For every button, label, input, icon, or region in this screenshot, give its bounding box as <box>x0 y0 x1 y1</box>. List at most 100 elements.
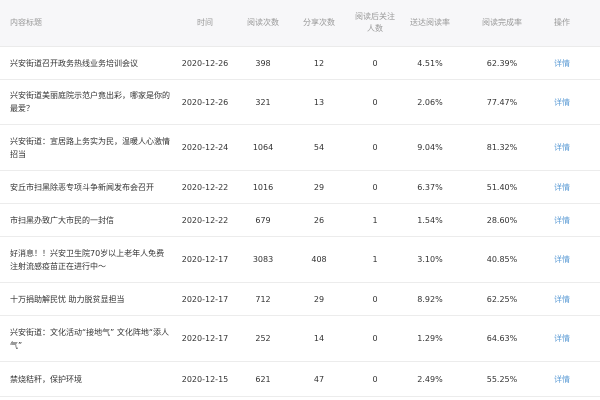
header-action: 操作 <box>554 18 570 27</box>
header-shares: 分享次数 <box>303 18 335 27</box>
row-title: 兴安街道：文化活动“接地气” 文化阵地“添人气” <box>10 327 169 350</box>
header-completion-rate: 阅读完成率 <box>482 18 522 27</box>
detail-link[interactable]: 详情 <box>554 57 570 70</box>
header-follows: 阅读后关注人数 <box>355 12 395 33</box>
row-shares: 29 <box>313 182 325 192</box>
header-reads: 阅读次数 <box>247 18 279 27</box>
row-shares: 29 <box>313 294 325 304</box>
row-title: 兴安街道美丽庭院示范户竟出彩，哪家是你的最爱？ <box>10 91 170 113</box>
row-follows: 0 <box>372 97 378 107</box>
row-reads: 252 <box>255 334 271 343</box>
row-time: 2020-12-22 <box>181 182 229 192</box>
table-row: 好消息！！兴安卫生院70岁以上老年人免费注射流感疫苗正在进行中～ 2020-12… <box>0 237 600 283</box>
table-row: 十万捐助解民忧 助力脱贫显担当 2020-12-17 712 29 0 8.92… <box>0 283 600 316</box>
row-shares: 26 <box>313 215 325 225</box>
table-row: 市扫黑办致广大市民的一封信 2020-12-22 679 26 1 1.54% … <box>0 204 600 237</box>
detail-link[interactable]: 详情 <box>554 214 570 227</box>
header-time: 时间 <box>197 18 213 27</box>
table-row: 兴安街道召开政务热线业务培训会议 2020-12-26 398 12 0 4.5… <box>0 47 600 80</box>
row-title: 兴安街道：宣居路上务实为民，温暖人心激情招当 <box>10 136 170 159</box>
row-follows: 0 <box>372 374 378 384</box>
table-row: 禁烧秸秆，保护环境 2020-12-15 621 47 0 2.49% 55.2… <box>0 362 600 397</box>
row-title: 禁烧秸秆，保护环境 <box>10 374 82 384</box>
row-completion-rate: 55.25% <box>486 374 518 384</box>
article-stats-table: 内容标题 时间 阅读次数 分享次数 阅读后关注人数 送达阅读率 阅读完成率 操作… <box>0 0 600 400</box>
row-title: 安丘市扫黑除恶专项斗争新闻发布会召开 <box>10 182 154 192</box>
detail-link[interactable]: 详情 <box>554 373 570 386</box>
row-reads: 621 <box>255 374 271 384</box>
detail-link-cell: 详情 <box>542 362 582 396</box>
row-time: 2020-12-22 <box>181 215 229 225</box>
row-shares: 408 <box>311 255 327 264</box>
row-shares: 54 <box>313 143 325 152</box>
table-header: 内容标题 时间 阅读次数 分享次数 阅读后关注人数 送达阅读率 阅读完成率 操作 <box>0 0 600 47</box>
detail-link[interactable]: 详情 <box>554 332 570 345</box>
row-completion-rate: 40.85% <box>486 255 518 264</box>
row-follows: 0 <box>372 334 378 343</box>
row-shares: 13 <box>313 97 325 107</box>
row-completion-rate: 62.39% <box>486 58 518 68</box>
table-row: 兴安街道美丽庭院示范户竟出彩，哪家是你的最爱？ 2020-12-26 321 1… <box>0 80 600 125</box>
row-reads: 679 <box>255 215 271 225</box>
row-completion-rate: 51.40% <box>486 182 518 192</box>
table-row: 兴安街道：宣居路上务实为民，温暖人心激情招当 2020-12-24 1064 5… <box>0 125 600 171</box>
row-reads: 1064 <box>252 143 274 152</box>
row-follows: 1 <box>372 215 378 225</box>
row-shares: 47 <box>313 374 325 384</box>
row-reads: 398 <box>255 58 271 68</box>
row-completion-rate: 64.63% <box>486 334 518 343</box>
row-completion-rate: 77.47% <box>486 97 518 107</box>
row-follows: 0 <box>372 143 378 152</box>
row-reads: 1016 <box>252 182 274 192</box>
detail-link[interactable]: 详情 <box>554 141 570 154</box>
row-follows: 0 <box>372 58 378 68</box>
detail-link[interactable]: 详情 <box>554 293 570 306</box>
row-shares: 12 <box>313 58 325 68</box>
detail-link[interactable]: 详情 <box>554 181 570 194</box>
detail-link-cell: 详情 <box>542 316 582 361</box>
row-shares: 14 <box>313 334 325 343</box>
row-reach-rate: 4.51% <box>417 58 443 68</box>
detail-link[interactable]: 详情 <box>554 96 570 109</box>
detail-link-cell: 详情 <box>542 283 582 315</box>
row-reads: 712 <box>255 294 271 304</box>
row-time: 2020-12-26 <box>181 97 229 107</box>
row-completion-rate: 28.60% <box>486 215 518 225</box>
detail-link-cell: 详情 <box>542 125 582 170</box>
row-title: 十万捐助解民忧 助力脱贫显担当 <box>10 294 125 304</box>
row-reach-rate: 8.92% <box>417 294 443 304</box>
row-reach-rate: 1.29% <box>417 334 443 343</box>
row-reach-rate: 9.04% <box>417 143 443 152</box>
row-reach-rate: 2.06% <box>417 97 443 107</box>
row-reach-rate: 2.49% <box>417 374 443 384</box>
row-reach-rate: 3.10% <box>417 255 443 264</box>
row-completion-rate: 62.25% <box>486 294 518 304</box>
row-time: 2020-12-26 <box>181 58 229 68</box>
detail-link-cell: 详情 <box>542 47 582 79</box>
row-time: 2020-12-24 <box>181 143 229 152</box>
row-reach-rate: 6.37% <box>417 182 443 192</box>
detail-link[interactable]: 详情 <box>554 253 570 266</box>
row-follows: 0 <box>372 294 378 304</box>
detail-link-cell: 详情 <box>542 204 582 236</box>
row-follows: 0 <box>372 182 378 192</box>
detail-link-cell: 详情 <box>542 237 582 282</box>
row-completion-rate: 81.32% <box>486 143 518 152</box>
row-time: 2020-12-15 <box>181 374 229 384</box>
header-title: 内容标题 <box>10 18 42 27</box>
row-title: 好消息！！兴安卫生院70岁以上老年人免费注射流感疫苗正在进行中～ <box>10 248 165 271</box>
row-time: 2020-12-17 <box>181 255 229 264</box>
table-row: 安丘市扫黑除恶专项斗争新闻发布会召开 2020-12-22 1016 29 0 … <box>0 171 600 204</box>
detail-link-cell: 详情 <box>542 171 582 203</box>
table-row: 兴安街道：文化活动“接地气” 文化阵地“添人气” 2020-12-17 252 … <box>0 316 600 362</box>
row-time: 2020-12-17 <box>181 334 229 343</box>
detail-link-cell: 详情 <box>542 80 582 124</box>
row-title: 兴安街道召开政务热线业务培训会议 <box>10 58 138 68</box>
row-reach-rate: 1.54% <box>417 215 443 225</box>
header-reach-rate: 送达阅读率 <box>410 18 450 27</box>
row-follows: 1 <box>372 255 378 264</box>
row-reads: 3083 <box>252 255 274 264</box>
row-reads: 321 <box>255 97 271 107</box>
row-time: 2020-12-17 <box>181 294 229 304</box>
row-title: 市扫黑办致广大市民的一封信 <box>10 215 114 225</box>
